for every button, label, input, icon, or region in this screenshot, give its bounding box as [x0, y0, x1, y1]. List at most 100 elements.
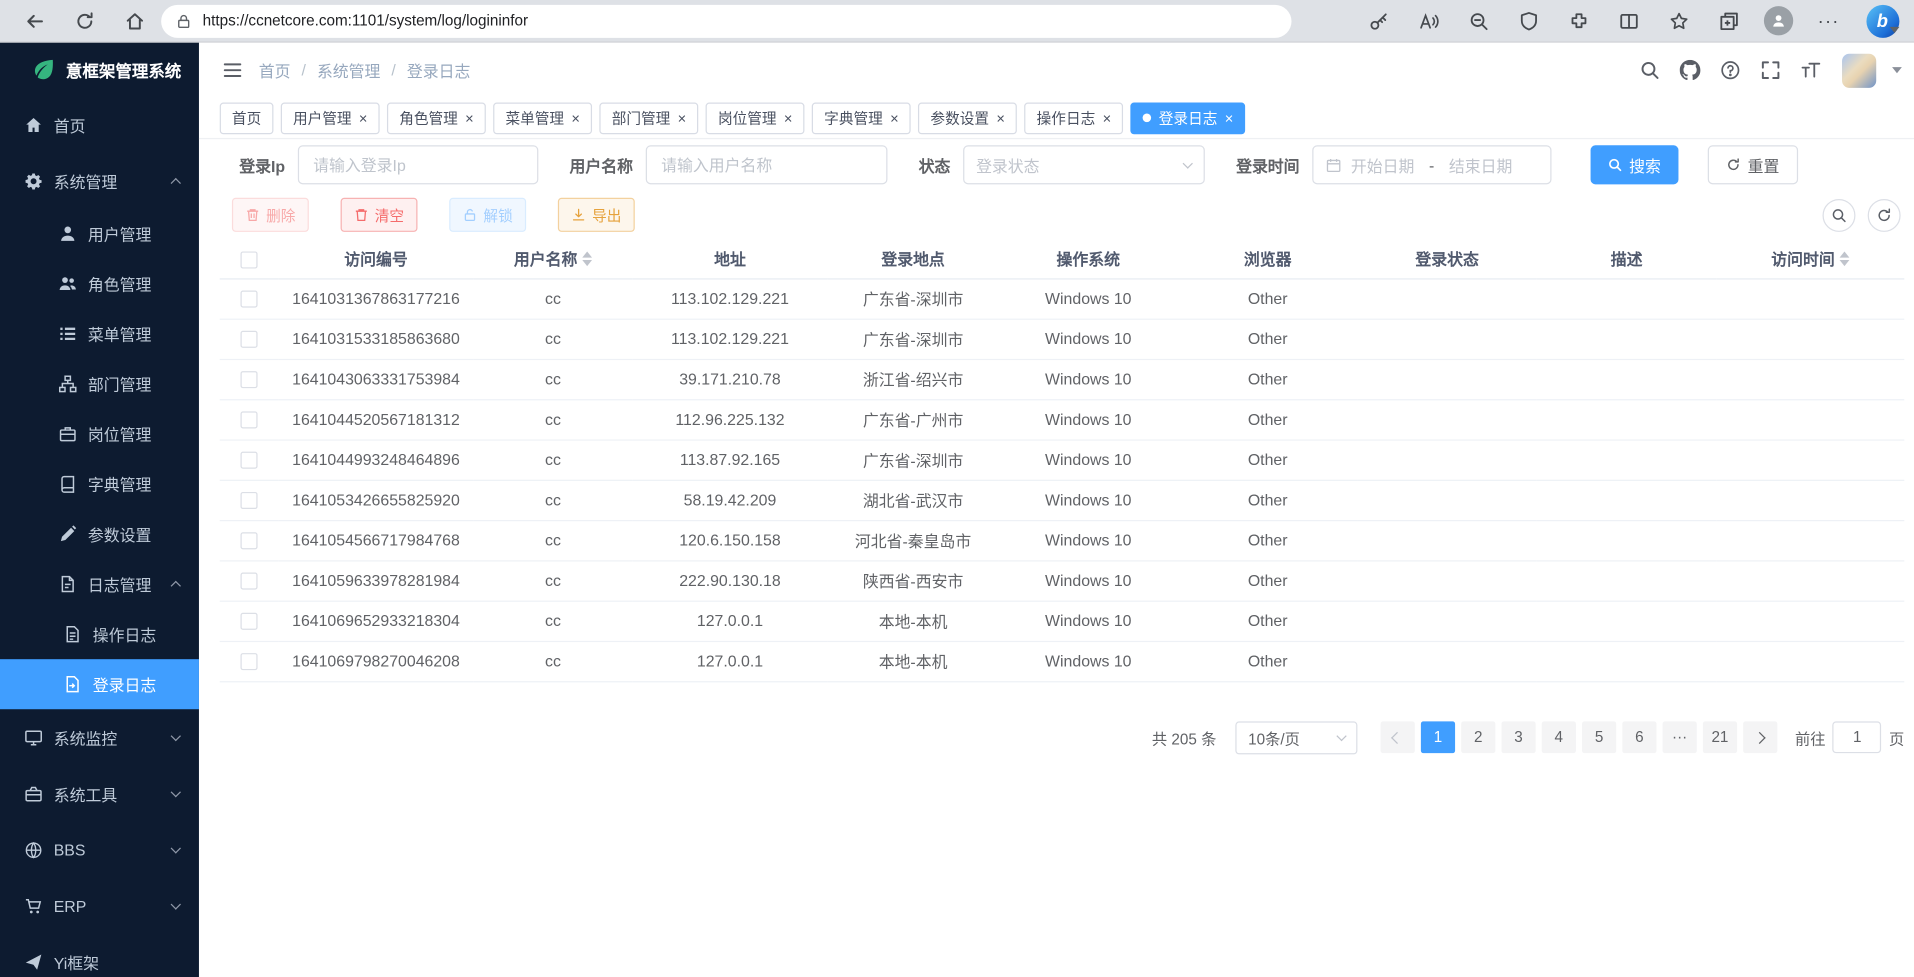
jump-page-input[interactable] [1833, 721, 1882, 753]
extensions-icon[interactable] [1562, 5, 1594, 37]
search-button[interactable]: 搜索 [1590, 145, 1678, 184]
delete-button[interactable]: 删除 [232, 198, 309, 232]
close-icon[interactable]: × [890, 110, 899, 125]
browser-address-bar[interactable]: https://ccnetcore.com:1101/system/log/lo… [161, 4, 1291, 37]
page-number-button[interactable]: 3 [1501, 721, 1535, 753]
browser-menu-icon[interactable]: ··· [1813, 5, 1845, 37]
page-number-button[interactable]: 21 [1703, 721, 1737, 753]
sidebar-menu-item[interactable]: Yi框架 [0, 934, 199, 977]
fullscreen-icon[interactable] [1757, 57, 1784, 84]
sidebar-menu-item[interactable]: 字典管理 [0, 459, 199, 509]
sidebar-menu-item[interactable]: 操作日志 [0, 609, 199, 659]
tab-item[interactable]: 岗位管理 × [706, 102, 805, 134]
page-number-button[interactable]: 6 [1622, 721, 1656, 753]
breadcrumb-item[interactable]: 首页 / [259, 59, 317, 82]
browser-profile-avatar[interactable] [1763, 5, 1795, 37]
refresh-table-button[interactable] [1868, 198, 1901, 231]
read-aloud-icon[interactable] [1412, 5, 1444, 37]
login-ip-input[interactable] [297, 145, 537, 184]
sidebar-menu-item[interactable]: 菜单管理 [0, 309, 199, 359]
github-icon[interactable] [1676, 57, 1703, 84]
close-icon[interactable]: × [571, 110, 580, 125]
page-number-button[interactable]: 4 [1542, 721, 1576, 753]
tab-item[interactable]: 登录日志 × [1131, 102, 1246, 134]
toggle-search-button[interactable] [1823, 198, 1856, 231]
favorites-icon[interactable] [1663, 5, 1695, 37]
sidebar-menu-item[interactable]: ERP [0, 878, 199, 934]
tab-item[interactable]: 参数设置 × [918, 102, 1017, 134]
breadcrumb-item[interactable]: 登录日志 / [407, 59, 470, 82]
row-checkbox[interactable] [240, 412, 257, 429]
key-icon[interactable] [1362, 5, 1394, 37]
tab-item[interactable]: 用户管理 × [281, 102, 380, 134]
sidebar-menu-item[interactable]: 系统工具 [0, 765, 199, 821]
close-icon[interactable]: × [996, 110, 1005, 125]
login-time-range-picker[interactable]: 开始日期 - 结束日期 [1312, 145, 1551, 184]
sidebar-menu-item[interactable]: 登录日志 [0, 659, 199, 709]
page-number-button[interactable]: 2 [1461, 721, 1495, 753]
browser-back-button[interactable] [17, 4, 51, 38]
close-icon[interactable]: × [784, 110, 793, 125]
sidebar-menu-item[interactable]: 角色管理 [0, 259, 199, 309]
collections-icon[interactable] [1713, 5, 1745, 37]
search-icon[interactable] [1636, 57, 1663, 84]
close-icon[interactable]: × [465, 110, 474, 125]
breadcrumb-item[interactable]: 系统管理 / [317, 59, 407, 82]
row-checkbox[interactable] [240, 653, 257, 670]
sidebar-menu-item[interactable]: 首页 [0, 96, 199, 152]
page-number-button[interactable]: 1 [1421, 721, 1455, 753]
clear-button[interactable]: 清空 [341, 198, 418, 232]
tab-item[interactable]: 首页 × [220, 102, 274, 134]
help-icon[interactable] [1716, 57, 1743, 84]
tab-item[interactable]: 角色管理 × [387, 102, 486, 134]
tab-item[interactable]: 菜单管理 × [493, 102, 592, 134]
browser-home-button[interactable] [117, 4, 151, 38]
sidebar-menu-item[interactable]: BBS [0, 822, 199, 878]
row-checkbox[interactable] [240, 371, 257, 388]
row-checkbox[interactable] [240, 533, 257, 550]
sidebar-toggle-button[interactable] [217, 56, 246, 85]
row-checkbox[interactable] [240, 291, 257, 308]
sort-icon[interactable] [1840, 251, 1850, 266]
font-size-icon[interactable] [1797, 57, 1824, 84]
tab-item[interactable]: 操作日志 × [1024, 102, 1123, 134]
browser-refresh-button[interactable] [67, 4, 101, 38]
select-all-checkbox[interactable] [240, 251, 257, 268]
unlock-button[interactable]: 解锁 [449, 198, 526, 232]
page-number-button[interactable]: ··· [1663, 721, 1697, 753]
user-name-input[interactable] [645, 145, 887, 184]
user-avatar[interactable] [1842, 53, 1876, 87]
split-screen-icon[interactable] [1613, 5, 1645, 37]
row-checkbox[interactable] [240, 573, 257, 590]
tab-item[interactable]: 部门管理 × [599, 102, 698, 134]
close-icon[interactable]: × [1103, 110, 1112, 125]
copilot-icon[interactable]: b [1863, 5, 1902, 37]
reset-button[interactable]: 重置 [1707, 145, 1797, 184]
zoom-out-icon[interactable] [1462, 5, 1494, 37]
app-logo[interactable]: 意框架管理系统 [0, 43, 199, 97]
sidebar-menu-item[interactable]: 系统监控 [0, 709, 199, 765]
prev-page-button[interactable] [1381, 721, 1415, 753]
close-icon[interactable]: × [678, 110, 687, 125]
sidebar-menu-item[interactable]: 用户管理 [0, 209, 199, 259]
row-checkbox[interactable] [240, 613, 257, 630]
tab-item[interactable]: 字典管理 × [812, 102, 911, 134]
sidebar-menu-item[interactable]: 岗位管理 [0, 409, 199, 459]
sidebar-menu-item[interactable]: 参数设置 [0, 509, 199, 559]
avatar-caret-icon[interactable] [1892, 67, 1902, 73]
shield-icon[interactable] [1512, 5, 1544, 37]
page-size-select[interactable]: 10条/页 [1236, 721, 1358, 754]
status-select[interactable]: 登录状态 [963, 145, 1205, 184]
export-button[interactable]: 导出 [558, 198, 635, 232]
row-checkbox[interactable] [240, 492, 257, 509]
close-icon[interactable]: × [359, 110, 368, 125]
next-page-button[interactable] [1743, 721, 1777, 753]
sort-icon[interactable] [582, 251, 592, 266]
close-icon[interactable]: × [1225, 110, 1234, 125]
page-number-button[interactable]: 5 [1582, 721, 1616, 753]
sidebar-menu-item[interactable]: 部门管理 [0, 359, 199, 409]
sidebar-menu-item[interactable]: 日志管理 [0, 559, 199, 609]
row-checkbox[interactable] [240, 331, 257, 348]
sidebar-menu-item[interactable]: 系统管理 [0, 153, 199, 209]
row-checkbox[interactable] [240, 452, 257, 469]
